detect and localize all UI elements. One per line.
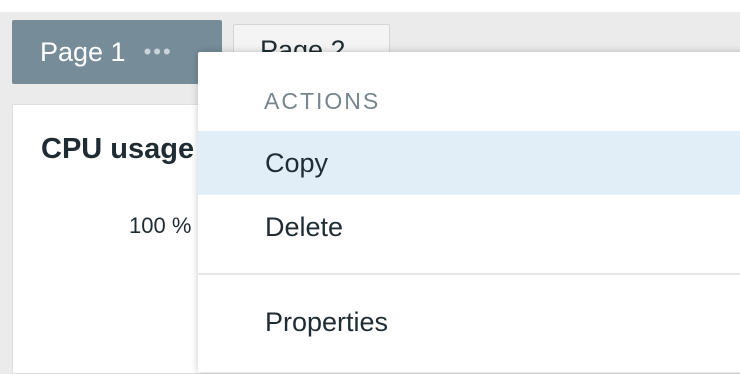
menu-section-header: ACTIONS [264, 88, 381, 114]
y-axis-tick-label: 100 % [129, 213, 192, 238]
tab-context-menu: ACTIONS Copy Delete Properties [198, 52, 740, 372]
menu-item-properties[interactable]: Properties [198, 290, 740, 354]
menu-divider [198, 273, 740, 275]
tab-label: Page 1 [40, 36, 126, 67]
menu-item-delete[interactable]: Delete [198, 195, 740, 259]
more-options-icon[interactable]: ••• [144, 41, 173, 63]
top-strip [0, 0, 740, 12]
menu-item-copy[interactable]: Copy [198, 131, 740, 195]
tab-page-1[interactable]: Page 1 ••• [12, 20, 222, 84]
widget-title: CPU usage [41, 133, 195, 165]
